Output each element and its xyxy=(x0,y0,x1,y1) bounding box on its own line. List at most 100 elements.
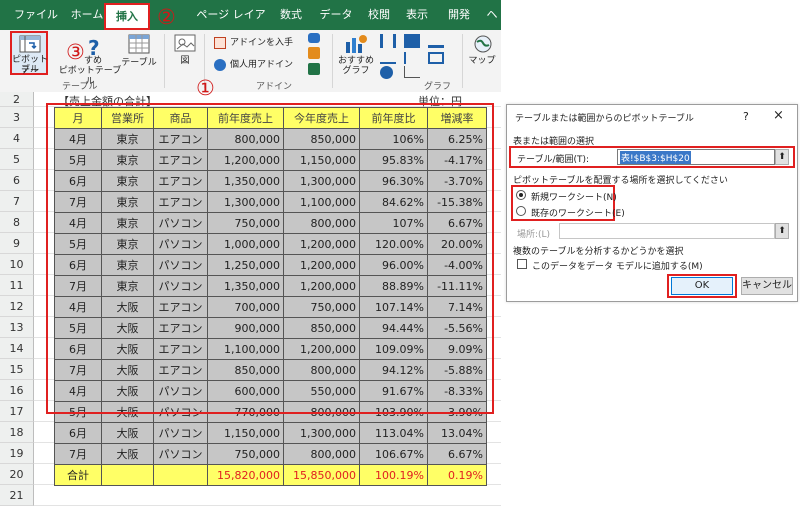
table-row[interactable]: 6月 大阪 パソコン 1,150,000 1,300,000 113.04% 13.04% xyxy=(54,422,487,444)
waterfall-chart-icon[interactable] xyxy=(428,34,444,48)
row-header[interactable]: 15 xyxy=(0,359,34,380)
table-cell[interactable] xyxy=(101,464,154,486)
table-icon xyxy=(128,34,150,54)
row-header[interactable]: 7 xyxy=(0,191,34,212)
visio-icon[interactable] xyxy=(308,47,320,59)
table-cell[interactable]: 1,150,000 xyxy=(207,422,284,444)
help-button[interactable]: ? xyxy=(743,110,749,123)
table-cell[interactable]: 1,300,000 xyxy=(283,422,360,444)
row-header[interactable]: 10 xyxy=(0,254,34,275)
hierarchy-chart-icon[interactable] xyxy=(404,34,420,48)
tab-file[interactable]: ファイル xyxy=(10,0,62,30)
tab-insert[interactable]: 挿入 xyxy=(104,3,150,30)
line-chart-icon[interactable] xyxy=(380,52,396,64)
row-header[interactable]: 4 xyxy=(0,128,34,149)
row-header[interactable]: 6 xyxy=(0,170,34,191)
addin-icon xyxy=(214,59,226,71)
tab-help[interactable]: ヘ xyxy=(484,0,500,30)
recommended-charts-button[interactable]: おすすめ グラフ xyxy=(338,34,374,78)
table-cell[interactable] xyxy=(153,464,208,486)
tab-formulas[interactable]: 数式 xyxy=(276,0,306,30)
table-cell[interactable]: 合計 xyxy=(54,464,102,486)
table-cell[interactable]: 800,000 xyxy=(283,443,360,465)
row-header[interactable]: 2 xyxy=(0,92,34,107)
table-cell[interactable]: 15,850,000 xyxy=(283,464,360,486)
table-cell[interactable]: 106.67% xyxy=(359,443,428,465)
table-cell[interactable]: 15,820,000 xyxy=(207,464,284,486)
table-cell[interactable]: 7月 xyxy=(54,443,102,465)
table-cell[interactable]: 大阪 xyxy=(101,443,154,465)
existing-worksheet-label: 既存のワークシート(E) xyxy=(531,209,625,219)
cancel-button[interactable]: キャンセル xyxy=(741,277,793,295)
maps-button[interactable]: マップ xyxy=(466,34,498,78)
row-header[interactable]: 12 xyxy=(0,296,34,317)
range-input[interactable]: 表!$B$3:$H$20 xyxy=(617,149,775,165)
globe-icon xyxy=(474,35,492,53)
row-header[interactable]: 5 xyxy=(0,149,34,170)
tab-developer[interactable]: 開発 xyxy=(444,0,474,30)
tab-review[interactable]: 校閲 xyxy=(364,0,394,30)
table-cell[interactable]: 100.19% xyxy=(359,464,428,486)
row-header[interactable]: 3 xyxy=(0,107,34,128)
combo-chart-icon[interactable] xyxy=(428,52,444,64)
pivottable-icon xyxy=(19,35,41,53)
location-collapse-button[interactable]: ⬆ xyxy=(775,223,789,239)
table-cell[interactable]: 6.67% xyxy=(427,443,487,465)
table-cell[interactable]: パソコン xyxy=(153,443,208,465)
location-input[interactable] xyxy=(559,223,775,239)
maps-label: マップ xyxy=(468,56,496,66)
row-header[interactable]: 11 xyxy=(0,275,34,296)
table-row[interactable]: 7月 大阪 パソコン 750,000 800,000 106.67% 6.67% xyxy=(54,443,487,465)
add-to-datamodel-checkbox[interactable] xyxy=(517,259,527,269)
column-chart-icon[interactable] xyxy=(380,34,396,48)
group-label-addin: アドイン xyxy=(256,82,293,92)
table-cell[interactable]: 13.04% xyxy=(427,422,487,444)
table-cell[interactable]: 6月 xyxy=(54,422,102,444)
table-label: テーブル xyxy=(121,58,157,68)
pie-chart-icon[interactable] xyxy=(380,66,393,79)
people-graph-icon[interactable] xyxy=(308,63,320,75)
tab-page-layout[interactable]: ページ レイアウト xyxy=(196,0,266,51)
row-header[interactable]: 8 xyxy=(0,212,34,233)
ribbon-tab-bar: ファイル ホーム 挿入 ページ レイアウト 数式 データ 校閲 表示 開発 ヘ xyxy=(0,0,501,51)
row-header[interactable]: 21 xyxy=(0,485,34,506)
existing-worksheet-radio[interactable] xyxy=(516,206,526,216)
total-row[interactable]: 合計 15,820,000 15,850,000 100.19% 0.19% xyxy=(54,464,487,486)
table-button[interactable]: テーブル xyxy=(120,34,158,78)
close-button[interactable]: × xyxy=(773,108,784,123)
add-to-datamodel-label: このデータをデータ モデルに追加する(M) xyxy=(532,262,703,272)
pivottable-button[interactable]: ピボットテー ブル xyxy=(10,31,48,76)
range-collapse-button[interactable]: ⬆ xyxy=(775,149,789,165)
scatter-chart-icon[interactable] xyxy=(404,66,420,78)
tab-view[interactable]: 表示 xyxy=(402,0,432,30)
ok-button[interactable]: OK xyxy=(671,277,733,295)
dialog-title: テーブルまたは範囲からのピボットテーブル xyxy=(515,114,694,124)
get-addins-label: アドインを入手 xyxy=(230,38,294,48)
my-addins-button[interactable]: 個人用アドイン xyxy=(214,59,314,73)
row-header[interactable]: 18 xyxy=(0,422,34,443)
row-header[interactable]: 14 xyxy=(0,338,34,359)
row-header[interactable]: 19 xyxy=(0,443,34,464)
table-cell[interactable]: 750,000 xyxy=(207,443,284,465)
row-header[interactable]: 13 xyxy=(0,317,34,338)
marker-3: ③ xyxy=(66,40,85,64)
table-cell[interactable]: 0.19% xyxy=(427,464,487,486)
illustrations-button[interactable]: 図 xyxy=(172,34,198,78)
table-cell[interactable]: 113.04% xyxy=(359,422,428,444)
pivottable-label-2: ブル xyxy=(20,65,39,75)
statistic-chart-icon[interactable] xyxy=(404,52,420,64)
range-highlight-box xyxy=(46,103,494,414)
tab-data[interactable]: データ xyxy=(318,0,354,30)
new-worksheet-radio[interactable] xyxy=(516,190,526,200)
table-cell[interactable]: パソコン xyxy=(153,422,208,444)
tab-home[interactable]: ホーム xyxy=(66,0,108,30)
row-header[interactable]: 9 xyxy=(0,233,34,254)
get-addins-button[interactable]: アドインを入手 xyxy=(214,37,314,51)
bing-icon[interactable] xyxy=(308,33,320,43)
row-header[interactable]: 17 xyxy=(0,401,34,422)
row-header[interactable]: 16 xyxy=(0,380,34,401)
picture-icon xyxy=(174,34,196,52)
row-header[interactable]: 20 xyxy=(0,464,34,485)
location-label: 場所:(L) xyxy=(517,230,551,240)
table-cell[interactable]: 大阪 xyxy=(101,422,154,444)
